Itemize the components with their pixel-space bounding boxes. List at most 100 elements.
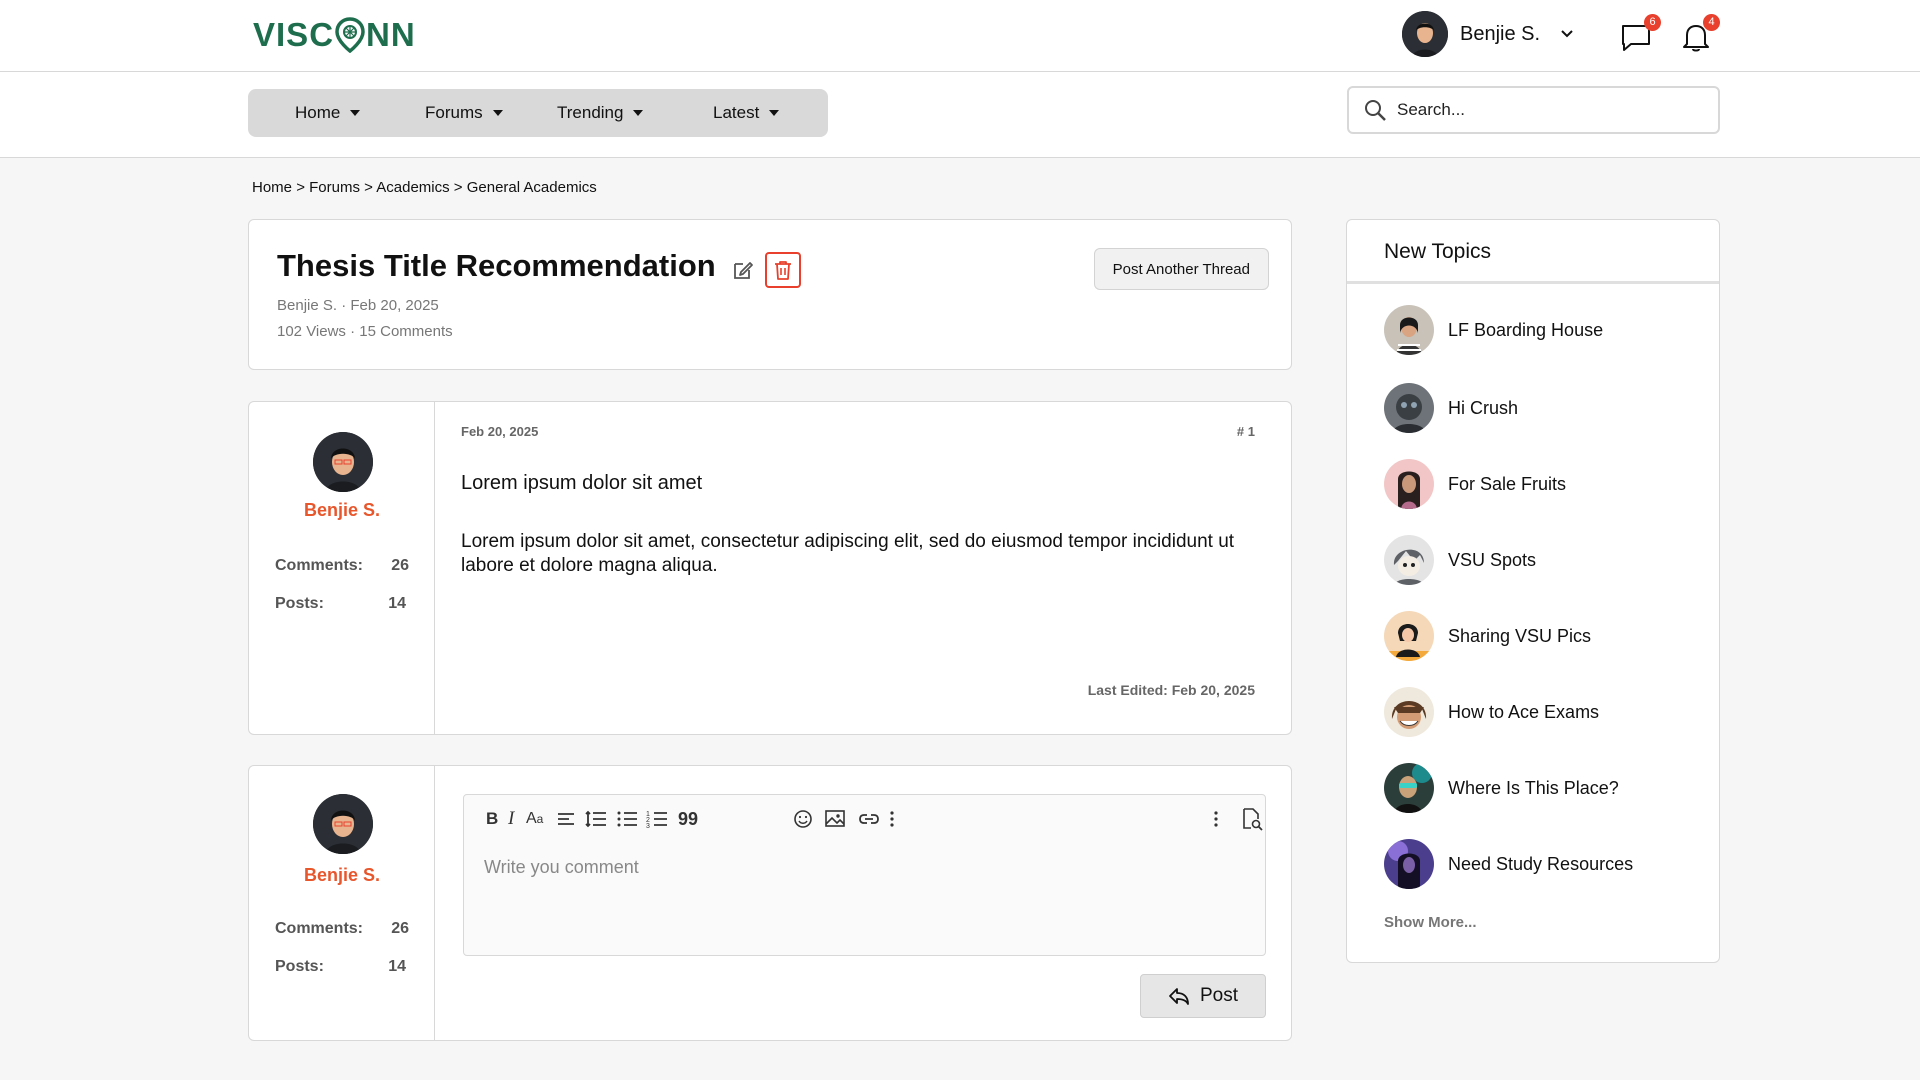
topic-item[interactable]: LF Boarding House: [1384, 305, 1603, 355]
caret-down-icon: [350, 110, 361, 116]
avatar: [1384, 839, 1434, 889]
search-icon: [1365, 100, 1386, 121]
avatar: [1384, 687, 1434, 737]
topic-item[interactable]: VSU Spots: [1384, 535, 1536, 585]
topic-label: Need Study Resources: [1448, 853, 1634, 874]
avatar: [1384, 383, 1434, 433]
notifications-badge: 4: [1703, 14, 1720, 31]
avatar: [1384, 611, 1434, 661]
more-icon[interactable]: [888, 807, 896, 831]
avatar: [1384, 305, 1434, 355]
thread-stats: 102 Views · 15 Comments: [277, 323, 453, 340]
messages-button[interactable]: 6: [1619, 14, 1661, 54]
user-menu[interactable]: Benjie S.: [1402, 10, 1574, 58]
post-button-label: Post: [1199, 985, 1239, 1006]
caret-down-icon: [492, 110, 503, 116]
search-input[interactable]: [1397, 100, 1697, 120]
caret-down-icon: [769, 110, 780, 116]
breadcrumb-general-academics[interactable]: General Academics: [467, 179, 597, 196]
topic-label: For Sale Fruits: [1448, 473, 1567, 494]
caret-down-icon: [633, 110, 644, 116]
post-last-edited: Last Edited: Feb 20, 2025: [1087, 682, 1255, 698]
italic-icon[interactable]: I: [508, 807, 514, 831]
topic-item[interactable]: For Sale Fruits: [1384, 459, 1566, 509]
thread-title: Thesis Title Recommendation: [277, 248, 716, 283]
avatar: [1384, 535, 1434, 585]
messages-badge: 6: [1644, 14, 1661, 31]
avatar: [1402, 11, 1448, 57]
avatar: [313, 432, 373, 492]
breadcrumb-separator: >: [296, 179, 305, 196]
chevron-down-icon[interactable]: [1560, 27, 1574, 41]
svg-text:3: 3: [646, 823, 650, 830]
reply-author-panel: Benjie S. Comments: 26 Posts: 14: [249, 766, 435, 1040]
image-icon[interactable]: [824, 807, 846, 831]
breadcrumb-separator: >: [453, 179, 463, 196]
topic-item[interactable]: How to Ace Exams: [1384, 687, 1599, 737]
post-author-name[interactable]: Benjie S.: [249, 500, 435, 521]
bold-icon[interactable]: B: [486, 807, 498, 831]
post-another-thread-button[interactable]: Post Another Thread: [1093, 248, 1269, 290]
topic-item[interactable]: Where Is This Place?: [1384, 763, 1619, 813]
menu-item-trending[interactable]: Trending: [557, 103, 644, 123]
thread-author-date: Benjie S. · Feb 20, 2025: [277, 297, 439, 314]
breadcrumb-home[interactable]: Home: [252, 179, 292, 196]
post-button[interactable]: Post: [1140, 974, 1266, 1018]
avatar: [1384, 763, 1434, 813]
show-more-link[interactable]: Show More...: [1384, 914, 1477, 931]
topic-item[interactable]: Hi Crush: [1384, 383, 1518, 433]
notifications-button[interactable]: 4: [1678, 14, 1720, 54]
comments-count: 26: [391, 920, 409, 937]
menu-item-latest[interactable]: Latest: [713, 103, 780, 123]
post-number[interactable]: # 1: [1237, 424, 1255, 439]
edit-icon[interactable]: [731, 258, 755, 282]
logo-pin-icon: [335, 17, 365, 53]
topic-label: How to Ace Exams: [1448, 701, 1600, 722]
topic-item[interactable]: Need Study Resources: [1384, 839, 1633, 889]
editor-toolbar: B I Aa 123 99: [486, 807, 1263, 833]
align-icon[interactable]: [556, 807, 576, 831]
posts-label: Posts:: [275, 958, 324, 975]
post-body: Lorem ipsum dolor sit amet, consectetur …: [461, 531, 1235, 576]
menu-item-label: Trending: [557, 103, 624, 122]
line-spacing-icon[interactable]: [584, 807, 608, 831]
breadcrumb-forums[interactable]: Forums: [309, 179, 360, 196]
main-menu: Home Forums Trending Latest: [248, 89, 828, 137]
avatar: [1384, 459, 1434, 509]
more-vertical-icon[interactable]: [1212, 807, 1220, 831]
comment-input[interactable]: [484, 857, 1244, 937]
reply-icon: [1169, 988, 1189, 1005]
comment-editor: B I Aa 123 99: [463, 794, 1266, 956]
font-size-icon[interactable]: Aa: [526, 807, 543, 831]
topic-item[interactable]: Sharing VSU Pics: [1384, 611, 1591, 661]
numbered-list-icon[interactable]: 123: [646, 807, 668, 831]
breadcrumb-academics[interactable]: Academics: [376, 179, 449, 196]
post-card: Benjie S. Comments: 26 Posts: 14 Feb 20,…: [248, 401, 1292, 735]
user-name: Benjie S.: [1460, 22, 1541, 45]
posts-count: 14: [388, 595, 406, 612]
emoji-icon[interactable]: [792, 807, 814, 831]
thread-header-card: Thesis Title Recommendation Benjie S. · …: [248, 219, 1292, 370]
nav-bar: Home Forums Trending Latest: [0, 72, 1920, 158]
trash-icon: [775, 261, 791, 280]
post-date: Feb 20, 2025: [461, 424, 539, 439]
posts-label: Posts:: [275, 595, 324, 612]
logo-text-right: NN: [366, 16, 416, 53]
delete-button[interactable]: [765, 252, 801, 288]
bullet-list-icon[interactable]: [616, 807, 638, 831]
breadcrumb-separator: >: [364, 179, 373, 196]
menu-item-forums[interactable]: Forums: [425, 103, 503, 123]
menu-item-label: Forums: [425, 103, 483, 122]
reply-author-name[interactable]: Benjie S.: [249, 865, 435, 886]
new-topics-title: New Topics: [1384, 240, 1491, 263]
comments-label: Comments:: [275, 920, 364, 937]
preview-icon[interactable]: [1240, 807, 1264, 831]
topic-label: Sharing VSU Pics: [1448, 625, 1592, 646]
post-author-panel: Benjie S. Comments: 26 Posts: 14: [249, 402, 435, 734]
link-icon[interactable]: [858, 807, 880, 831]
menu-item-home[interactable]: Home: [295, 103, 361, 123]
divider: [1347, 281, 1719, 284]
avatar: [313, 794, 373, 854]
quote-icon[interactable]: 99: [678, 807, 698, 831]
logo[interactable]: VISC NN: [253, 16, 416, 54]
